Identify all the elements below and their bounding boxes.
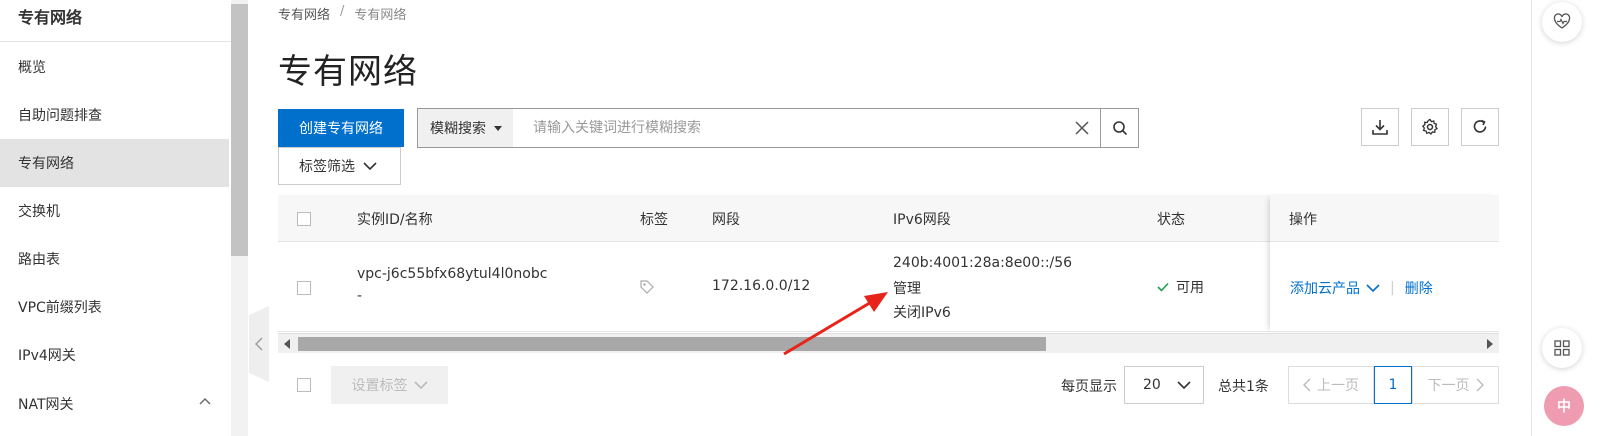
right-panel-divider	[1531, 0, 1532, 436]
sidebar-item-label: 自助问题排查	[18, 108, 102, 124]
prev-page-button[interactable]: 上一页	[1288, 366, 1374, 404]
action-divider: |	[1390, 280, 1395, 296]
tag-filter-dropdown[interactable]: 标签筛选	[278, 147, 401, 185]
sidebar-collapse-toggle[interactable]	[249, 306, 269, 382]
column-header-ipv6: IPv6网段	[893, 211, 951, 228]
column-header-tag: 标签	[640, 211, 668, 228]
gear-icon	[1421, 118, 1438, 135]
prev-page-label: 上一页	[1317, 378, 1359, 394]
tag-icon[interactable]	[639, 279, 655, 295]
scrollbar-thumb[interactable]	[298, 337, 1046, 351]
apps-grid-icon	[1554, 340, 1570, 356]
set-tag-button[interactable]: 设置标签	[331, 366, 448, 404]
check-icon	[1157, 282, 1169, 292]
assistant-widget-label: 中	[1557, 399, 1571, 415]
tag-filter-label: 标签筛选	[299, 159, 355, 175]
per-page-value: 20	[1143, 377, 1161, 393]
select-all-checkbox[interactable]	[297, 212, 311, 226]
sidebar-item-label: NAT网关	[18, 397, 74, 413]
breadcrumb-root[interactable]: 专有网络	[278, 4, 330, 23]
table-row: vpc-j6c55bfx68ytul4l0nobc - 172.16.0.0/1…	[278, 242, 1499, 332]
search-type-dropdown[interactable]: 模糊搜索	[418, 109, 513, 147]
chevron-down-icon	[1177, 381, 1191, 390]
scroll-left-arrow[interactable]	[284, 339, 290, 349]
chevron-down-icon[interactable]	[1366, 283, 1380, 293]
download-icon	[1372, 120, 1388, 135]
per-page-label: 每页显示	[1061, 379, 1117, 395]
refresh-icon	[1473, 119, 1487, 133]
actions-cell: 添加云产品 | 删除	[1290, 278, 1433, 298]
page-title: 专有网络	[278, 52, 418, 92]
breadcrumb: 专有网络 / 专有网络	[278, 4, 406, 23]
column-header-instance: 实例ID/名称	[357, 211, 433, 228]
sidebar-divider	[0, 41, 231, 42]
sidebar-item-vswitch[interactable]: 交换机	[0, 187, 229, 235]
caret-down-icon	[494, 125, 502, 131]
health-widget-button[interactable]	[1542, 2, 1582, 42]
clear-icon[interactable]	[1064, 109, 1100, 147]
sidebar-item-ipv4-gateway[interactable]: IPv4网关	[0, 331, 229, 379]
total-count: 总共1条	[1218, 379, 1269, 395]
assistant-widget-button[interactable]: 中	[1544, 386, 1584, 426]
sidebar-item-label: 专有网络	[18, 156, 74, 172]
status-text: 可用	[1176, 280, 1204, 296]
search-input[interactable]	[513, 109, 1064, 147]
sidebar-scrollbar-thumb[interactable]	[231, 4, 248, 256]
chevron-left-icon	[255, 337, 263, 351]
sidebar-item-label: VPC前缀列表	[18, 300, 102, 316]
chevron-down-icon	[413, 381, 428, 390]
disable-ipv6-link[interactable]: 关闭IPv6	[893, 302, 951, 322]
chevron-right-icon	[1476, 378, 1484, 392]
vpc-id-link[interactable]: vpc-j6c55bfx68ytul4l0nobc	[357, 266, 547, 282]
chevron-left-icon	[1303, 378, 1311, 392]
set-tag-label: 设置标签	[351, 377, 408, 393]
heart-pulse-icon	[1553, 13, 1571, 29]
refresh-button[interactable]	[1461, 108, 1499, 146]
next-page-label: 下一页	[1427, 378, 1470, 394]
sidebar-item-prefix-list[interactable]: VPC前缀列表	[0, 283, 229, 331]
breadcrumb-separator: /	[340, 4, 345, 19]
breadcrumb-current: 专有网络	[354, 8, 407, 23]
create-vpc-button[interactable]: 创建专有网络	[278, 109, 404, 147]
apps-widget-button[interactable]	[1542, 328, 1582, 368]
sidebar-item-label: 概览	[18, 60, 46, 76]
search-icon	[1112, 121, 1127, 136]
download-button[interactable]	[1361, 108, 1399, 146]
chevron-up-icon	[199, 398, 211, 405]
column-header-actions: 操作	[1289, 211, 1317, 228]
table-horizontal-scrollbar[interactable]	[278, 333, 1499, 353]
sidebar: 专有网络 概览 自助问题排查 专有网络 交换机 路由表 VPC前缀列表 IPv4…	[0, 0, 231, 436]
per-page-select[interactable]: 20	[1124, 366, 1204, 404]
scroll-right-arrow[interactable]	[1487, 339, 1493, 349]
ipv6-manage-link[interactable]: 管理	[893, 278, 921, 298]
cidr-link[interactable]: 172.16.0.0/12	[712, 278, 810, 294]
sidebar-item-vpc[interactable]: 专有网络	[0, 139, 229, 187]
sidebar-item-nat-gateway[interactable]: NAT网关	[0, 380, 229, 428]
page-number-1[interactable]: 1	[1374, 366, 1412, 404]
search-box: 模糊搜索	[417, 108, 1139, 148]
vpc-table: 实例ID/名称 标签 网段 IPv6网段 状态 操作 vpc-j6c55bfx6…	[278, 195, 1499, 355]
actions-header-cell: 操作	[1270, 195, 1499, 242]
sidebar-title: 专有网络	[18, 8, 83, 27]
row-checkbox[interactable]	[297, 281, 311, 295]
bottom-select-all-checkbox[interactable]	[297, 378, 311, 392]
vpc-name: -	[357, 288, 363, 304]
add-cloud-product-link[interactable]: 添加云产品	[1290, 278, 1360, 298]
delete-link[interactable]: 删除	[1405, 278, 1433, 298]
sidebar-item-overview[interactable]: 概览	[0, 43, 229, 91]
next-page-button[interactable]: 下一页	[1412, 366, 1499, 404]
search-type-label: 模糊搜索	[430, 121, 486, 137]
settings-button[interactable]	[1411, 108, 1449, 146]
sidebar-item-route-table[interactable]: 路由表	[0, 235, 229, 283]
chevron-down-icon	[363, 162, 377, 171]
sidebar-item-label: IPv4网关	[18, 348, 76, 364]
column-header-cidr: 网段	[712, 211, 740, 228]
column-header-status: 状态	[1157, 211, 1185, 228]
sidebar-item-label: 路由表	[18, 252, 60, 268]
search-button[interactable]	[1100, 109, 1138, 147]
sidebar-item-troubleshoot[interactable]: 自助问题排查	[0, 91, 229, 139]
ipv6-cidr: 240b:4001:28a:8e00::/56	[893, 255, 1073, 271]
vpc-console: 专有网络 概览 自助问题排查 专有网络 交换机 路由表 VPC前缀列表 IPv4…	[0, 0, 1616, 436]
sidebar-item-label: 交换机	[18, 204, 60, 220]
